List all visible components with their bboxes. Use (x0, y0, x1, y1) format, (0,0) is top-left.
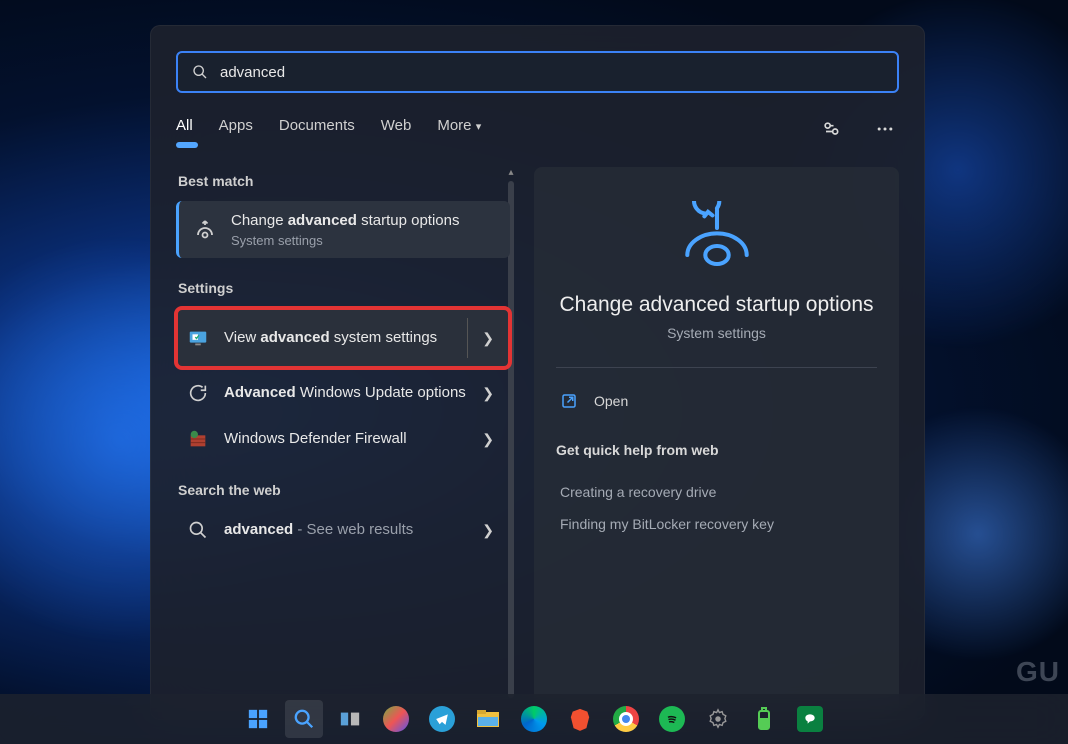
taskbar-start[interactable] (239, 700, 277, 738)
expand-chevron-icon[interactable]: ❯ (474, 522, 502, 539)
search-options-icon[interactable] (817, 115, 845, 143)
section-web: Search the web (178, 482, 510, 498)
open-label: Open (594, 393, 628, 409)
result-title: Change advanced startup options (231, 211, 502, 231)
taskbar-brave[interactable] (561, 700, 599, 738)
search-query-text: advanced (220, 64, 285, 81)
taskbar (0, 694, 1068, 744)
taskbar-chrome[interactable] (607, 700, 645, 738)
tab-web[interactable]: Web (381, 117, 412, 142)
chevron-down-icon: ▾ (476, 121, 482, 133)
system-settings-icon (184, 327, 212, 349)
preview-title: Change advanced startup options (556, 293, 877, 317)
tab-documents[interactable]: Documents (279, 117, 355, 142)
tab-more[interactable]: More ▾ (437, 117, 481, 142)
more-options-icon[interactable] (871, 115, 899, 143)
taskbar-search[interactable] (285, 700, 323, 738)
taskbar-spotify[interactable] (653, 700, 691, 738)
taskbar-taskview[interactable] (331, 700, 369, 738)
watermark: GU (1016, 656, 1060, 688)
taskbar-hangouts[interactable] (791, 700, 829, 738)
preview-subtitle: System settings (556, 325, 877, 341)
taskbar-telegram[interactable] (423, 700, 461, 738)
taskbar-settings[interactable] (699, 700, 737, 738)
update-icon (184, 382, 212, 404)
tab-all[interactable]: All (176, 117, 193, 142)
result-view-advanced-system[interactable]: View advanced system settings ❯ (176, 308, 510, 368)
result-subtitle: System settings (231, 233, 502, 248)
taskbar-explorer[interactable] (469, 700, 507, 738)
search-icon (184, 520, 212, 540)
scroll-up-icon: ▴ (504, 167, 518, 178)
preview-startup-icon (556, 201, 877, 273)
taskbar-app-1[interactable] (377, 700, 415, 738)
startup-icon (191, 218, 219, 242)
result-advanced-windows-update[interactable]: Advanced Windows Update options ❯ (176, 372, 510, 414)
search-icon (192, 64, 208, 80)
expand-chevron-icon[interactable]: ❯ (474, 385, 502, 402)
result-defender-firewall[interactable]: Windows Defender Firewall ❯ (176, 418, 510, 460)
expand-chevron-icon[interactable]: ❯ (474, 431, 502, 448)
search-panel: advanced All Apps Documents Web More ▾ ▴… (150, 25, 925, 720)
open-action[interactable]: Open (556, 386, 877, 416)
divider (556, 367, 877, 368)
filter-tabs: All Apps Documents Web More ▾ (176, 115, 899, 143)
result-title: Advanced Windows Update options (224, 383, 474, 403)
taskbar-battery[interactable] (745, 700, 783, 738)
result-title: Windows Defender Firewall (224, 429, 474, 449)
results-column: ▴ Best match Change advanced startup opt… (176, 167, 516, 712)
open-icon (560, 392, 578, 410)
section-settings: Settings (178, 280, 510, 296)
result-title: advanced - See web results (224, 520, 474, 540)
result-web-search[interactable]: advanced - See web results ❯ (176, 510, 510, 550)
result-best-match[interactable]: Change advanced startup options System s… (176, 201, 510, 258)
tab-apps[interactable]: Apps (219, 117, 253, 142)
search-input[interactable]: advanced (176, 51, 899, 93)
help-link-recovery-drive[interactable]: Creating a recovery drive (556, 476, 877, 508)
help-link-bitlocker-key[interactable]: Finding my BitLocker recovery key (556, 508, 877, 540)
preview-pane: Change advanced startup options System s… (534, 167, 899, 712)
expand-chevron-icon[interactable]: ❯ (467, 318, 502, 358)
result-title: View advanced system settings (224, 328, 463, 348)
section-best-match: Best match (178, 173, 510, 189)
taskbar-edge[interactable] (515, 700, 553, 738)
firewall-icon (184, 428, 212, 450)
quick-help-label: Get quick help from web (556, 442, 877, 458)
